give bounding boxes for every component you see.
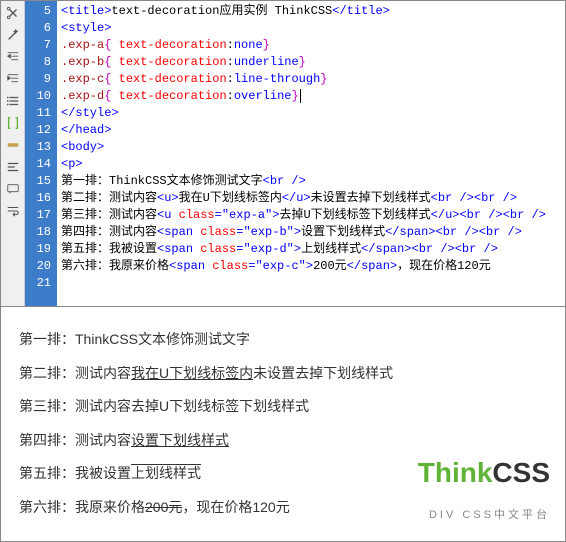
code-line: .exp-d{ text-decoration:overline} [61, 88, 565, 105]
code-line: .exp-c{ text-decoration:line-through} [61, 71, 565, 88]
exp-c-text: 200元 [145, 499, 182, 515]
code-line: 第五排：我被设置<span class="exp-d">上划线样式</span>… [61, 241, 565, 258]
scissors-icon[interactable] [5, 5, 21, 21]
code-line: 第三排：测试内容<u class="exp-a">去掉U下划线标签下划线样式</… [61, 207, 565, 224]
line-gutter: 56789101112131415161718192021 [25, 1, 57, 306]
code-line [61, 275, 565, 292]
code-editor: 56789101112131415161718192021 <title>tex… [1, 1, 565, 306]
preview-pane: 第一排：ThinkCSS文本修饰测试文字 第二排：测试内容我在U下划线标签内未设… [1, 306, 565, 541]
wrap-icon[interactable] [5, 203, 21, 219]
code-line: <body> [61, 139, 565, 156]
code-line: <style> [61, 20, 565, 37]
underline-text: 我在U下划线标签内 [131, 365, 253, 381]
toolbar [1, 1, 25, 306]
align-icon[interactable] [5, 159, 21, 175]
exp-d-text: 上划线样式 [131, 465, 201, 481]
code-line: 第六排：我原来价格<span class="exp-c">200元</span>… [61, 258, 565, 275]
preview-row: 第一排：ThinkCSS文本修饰测试文字 [19, 323, 547, 357]
exp-b-text: 设置下划线样式 [131, 432, 229, 448]
wand-icon[interactable] [5, 27, 21, 43]
preview-row: 第三排：测试内容去掉U下划线标签下划线样式 [19, 390, 547, 424]
code-line: </style> [61, 105, 565, 122]
list-icon[interactable] [5, 93, 21, 109]
comment-icon[interactable] [5, 181, 21, 197]
code-line: 第二排：测试内容<u>我在U下划线标签内</u>未设置去掉下划线样式<br />… [61, 190, 565, 207]
code-line: <title>text-decoration应用实例 ThinkCSS</tit… [61, 3, 565, 20]
preview-row: 第六排：我原来价格200元，现在价格120元 [19, 491, 547, 525]
code-line: </head> [61, 122, 565, 139]
indent-icon[interactable] [5, 71, 21, 87]
outdent-icon[interactable] [5, 49, 21, 65]
code-area[interactable]: <title>text-decoration应用实例 ThinkCSS</tit… [57, 1, 565, 306]
code-line: <p> [61, 156, 565, 173]
preview-row: 第二排：测试内容我在U下划线标签内未设置去掉下划线样式 [19, 357, 547, 391]
code-line: 第一排：ThinkCSS文本修饰测试文字<br /> [61, 173, 565, 190]
app-window: 56789101112131415161718192021 <title>tex… [0, 0, 566, 542]
code-line: 第四排：测试内容<span class="exp-b">设置下划线样式</spa… [61, 224, 565, 241]
text-cursor [300, 89, 301, 103]
highlight-icon[interactable] [5, 137, 21, 153]
exp-a-text: 去掉U下划线标签下划线样式 [131, 398, 309, 414]
code-line: .exp-a{ text-decoration:none} [61, 37, 565, 54]
brackets-icon[interactable] [5, 115, 21, 131]
code-line: .exp-b{ text-decoration:underline} [61, 54, 565, 71]
preview-row: 第四排：测试内容设置下划线样式 [19, 424, 547, 458]
preview-row: 第五排：我被设置上划线样式 [19, 457, 547, 491]
